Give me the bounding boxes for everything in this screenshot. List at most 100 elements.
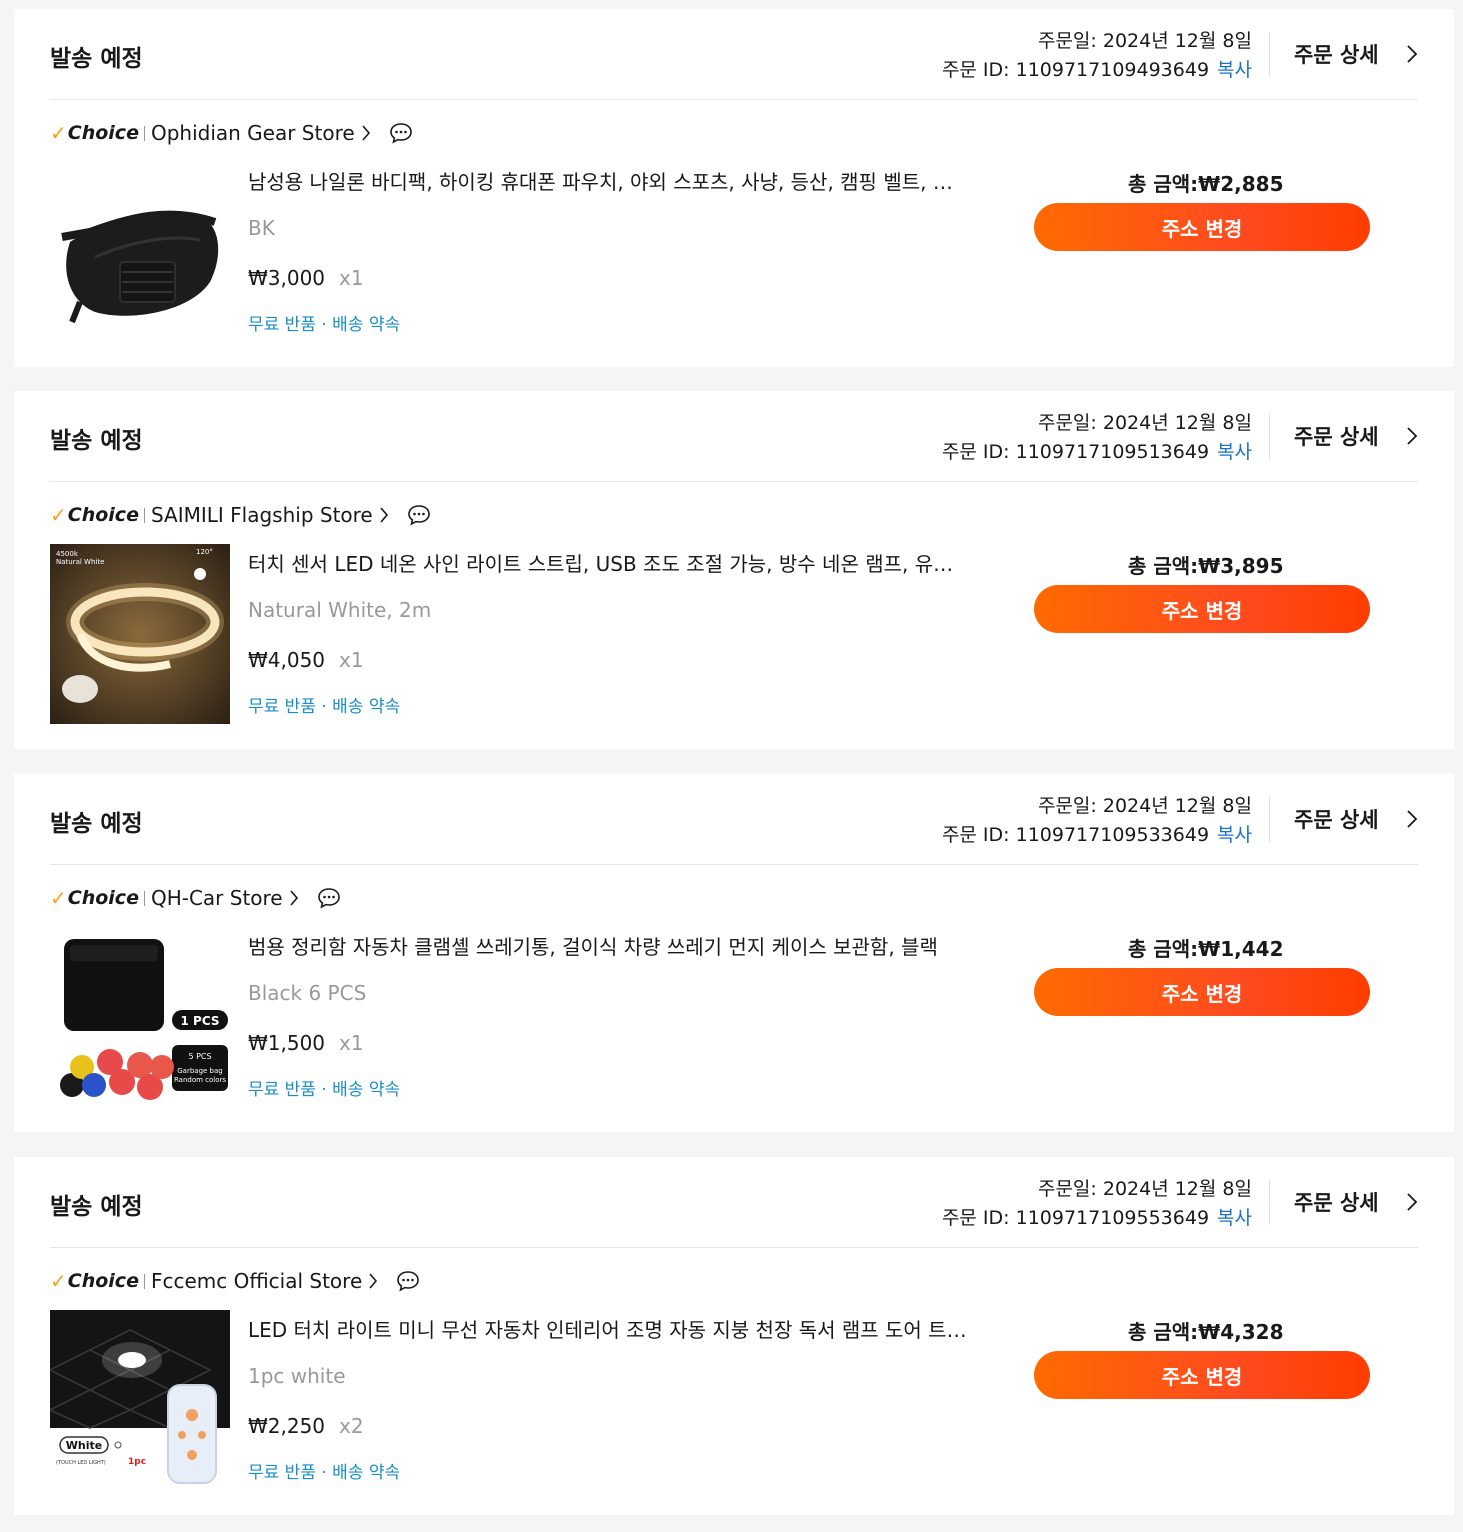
item-price: ₩4,050	[248, 648, 326, 672]
order-status: 발송 예정	[50, 1194, 143, 1220]
store-name-link[interactable]: SAIMILI Flagship Store	[151, 503, 373, 527]
thumb-text: White	[66, 1439, 102, 1452]
perks-link[interactable]: 무료 반품 · 배송 약속	[248, 1458, 400, 1483]
order-total: 총 금액:₩3,895	[1128, 554, 1284, 578]
order-meta: 주문일: 2024년 12월 8일 주문 ID: 110971710951364…	[942, 409, 1252, 467]
chat-icon[interactable]	[389, 122, 413, 144]
change-address-button[interactable]: 주소 변경	[1034, 585, 1370, 633]
price-row: ₩3,000 x1	[248, 266, 364, 290]
order-card: 발송 예정 주문일: 2024년 12월 8일 주문 ID: 110971710…	[14, 1157, 1454, 1515]
chat-icon[interactable]	[407, 504, 431, 526]
price-row: ₩2,250 x2	[248, 1414, 364, 1438]
order-status: 발송 예정	[50, 811, 143, 837]
header-divider	[1269, 414, 1270, 459]
order-id: 주문 ID: 1109717109533649	[941, 824, 1210, 846]
order-date: 주문일: 2024년 12월 8일	[1037, 795, 1252, 817]
change-address-button[interactable]: 주소 변경	[1034, 1351, 1370, 1399]
copy-order-id-button[interactable]: 복사	[1217, 824, 1252, 846]
badge-separator	[143, 1273, 145, 1289]
chevron-right-icon	[380, 507, 388, 523]
thumb-text: Random colors	[174, 1076, 226, 1084]
change-address-button[interactable]: 주소 변경	[1034, 203, 1370, 251]
product-variant: Natural White, 2m	[248, 598, 432, 622]
price-row: ₩1,500 x1	[248, 1031, 364, 1055]
copy-order-id-button[interactable]: 복사	[1217, 1207, 1252, 1229]
thumb-text: 1 PCS	[181, 1014, 220, 1028]
product-title[interactable]: 남성용 나일론 바디팩, 하이킹 휴대폰 파우치, 야외 스포츠, 사냥, 등산…	[248, 166, 968, 195]
header-divider	[1269, 1180, 1270, 1225]
badge-separator	[143, 890, 145, 906]
order-header: 발송 예정 주문일: 2024년 12월 8일 주문 ID: 110971710…	[50, 391, 1418, 482]
product-title[interactable]: 터치 센서 LED 네온 사인 라이트 스트립, USB 조도 조절 가능, 방…	[248, 548, 968, 577]
thumb-text: Natural White	[56, 558, 104, 566]
change-address-button[interactable]: 주소 변경	[1034, 968, 1370, 1016]
order-detail-link[interactable]: 주문 상세	[1294, 804, 1418, 834]
order-detail-label: 주문 상세	[1294, 1191, 1379, 1215]
choice-badge: ✓ Choice	[50, 886, 139, 910]
product-title[interactable]: LED 터치 라이트 미니 무선 자동차 인테리어 조명 자동 지붕 천장 독서…	[248, 1314, 968, 1343]
choice-label: Choice	[67, 122, 139, 144]
chevron-right-icon	[1407, 1193, 1418, 1211]
order-card: 발송 예정 주문일: 2024년 12월 8일 주문 ID: 110971710…	[14, 391, 1454, 749]
product-title[interactable]: 범용 정리함 자동차 클램셸 쓰레기통, 걸이식 차량 쓰레기 먼지 케이스 보…	[248, 931, 968, 960]
order-id: 주문 ID: 1109717109493649	[941, 59, 1210, 81]
store-name-link[interactable]: Fccemc Official Store	[151, 1269, 362, 1293]
item-quantity: x1	[339, 648, 364, 672]
order-detail-link[interactable]: 주문 상세	[1294, 421, 1418, 451]
order-date: 주문일: 2024년 12월 8일	[1037, 30, 1252, 52]
badge-separator	[143, 125, 145, 141]
order-date: 주문일: 2024년 12월 8일	[1037, 412, 1252, 434]
order-detail-link[interactable]: 주문 상세	[1294, 39, 1418, 69]
choice-label: Choice	[67, 504, 139, 526]
check-icon: ✓	[50, 1269, 67, 1293]
store-row: ✓ Choice QH-Car Store	[50, 884, 341, 912]
order-meta: 주문일: 2024년 12월 8일 주문 ID: 110971710949364…	[942, 27, 1252, 85]
order-detail-label: 주문 상세	[1294, 43, 1379, 67]
order-meta: 주문일: 2024년 12월 8일 주문 ID: 110971710953364…	[942, 792, 1252, 850]
order-total: 총 금액:₩2,885	[1128, 172, 1284, 196]
perks-link[interactable]: 무료 반품 · 배송 약속	[248, 1075, 400, 1100]
touch-led-light-image[interactable]: White (TOUCH LED LIGHT) 1pc	[50, 1310, 230, 1490]
order-total: 총 금액:₩1,442	[1128, 937, 1284, 961]
perks-link[interactable]: 무료 반품 · 배송 약속	[248, 692, 400, 717]
thumb-text: 120°	[196, 548, 213, 556]
thumb-text: (TOUCH LED LIGHT)	[56, 1460, 106, 1466]
thumb-text: Garbage bag	[177, 1067, 222, 1075]
thumb-text: 1pc	[128, 1457, 146, 1467]
order-id: 주문 ID: 1109717109553649	[941, 1207, 1210, 1229]
check-icon: ✓	[50, 886, 67, 910]
header-divider	[1269, 32, 1270, 77]
item-price: ₩2,250	[248, 1414, 326, 1438]
choice-label: Choice	[67, 887, 139, 909]
order-detail-link[interactable]: 주문 상세	[1294, 1187, 1418, 1217]
order-header: 발송 예정 주문일: 2024년 12월 8일 주문 ID: 110971710…	[50, 774, 1418, 865]
led-strip-image[interactable]: 4500k Natural White 120°	[50, 544, 230, 724]
order-detail-label: 주문 상세	[1294, 425, 1379, 449]
product-variant: 1pc white	[248, 1364, 346, 1388]
order-meta: 주문일: 2024년 12월 8일 주문 ID: 110971710955364…	[942, 1175, 1252, 1233]
store-row: ✓ Choice Fccemc Official Store	[50, 1267, 420, 1295]
chat-icon[interactable]	[317, 887, 341, 909]
product-variant: BK	[248, 216, 275, 240]
item-price: ₩1,500	[248, 1031, 326, 1055]
order-status: 발송 예정	[50, 428, 143, 454]
choice-label: Choice	[67, 1270, 139, 1292]
price-row: ₩4,050 x1	[248, 648, 364, 672]
chat-icon[interactable]	[396, 1270, 420, 1292]
check-icon: ✓	[50, 121, 67, 145]
order-status: 발송 예정	[50, 46, 143, 72]
copy-order-id-button[interactable]: 복사	[1217, 59, 1252, 81]
perks-link[interactable]: 무료 반품 · 배송 약속	[248, 310, 400, 335]
order-date: 주문일: 2024년 12월 8일	[1037, 1178, 1252, 1200]
store-name-link[interactable]: QH-Car Store	[151, 886, 283, 910]
store-name-link[interactable]: Ophidian Gear Store	[151, 121, 355, 145]
car-trash-bin-image[interactable]: 1 PCS 5 PCS Garbage bag Random colors	[50, 927, 230, 1107]
chevron-right-icon	[362, 125, 370, 141]
badge-separator	[143, 507, 145, 523]
store-row: ✓ Choice SAIMILI Flagship Store	[50, 501, 431, 529]
choice-badge: ✓ Choice	[50, 1269, 139, 1293]
copy-order-id-button[interactable]: 복사	[1217, 441, 1252, 463]
choice-badge: ✓ Choice	[50, 121, 139, 145]
chevron-right-icon	[1407, 427, 1418, 445]
waist-bag-image[interactable]	[50, 162, 230, 342]
